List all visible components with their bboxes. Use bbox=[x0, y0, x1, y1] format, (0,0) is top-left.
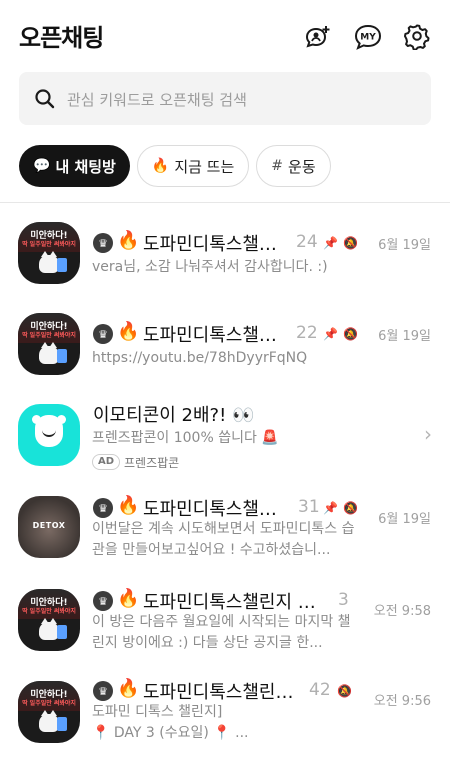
member-count: 42 bbox=[309, 680, 331, 700]
last-message: 이 방은 다음주 월요일에 시작되는 마지막 챌린지 방이에요 :) 다들 상단… bbox=[92, 614, 351, 651]
pin-icon: 📌 bbox=[323, 501, 338, 515]
ad-sponsor: 프렌즈팝콘 bbox=[124, 456, 180, 470]
ad-title: 이모티콘이 2배?! 👀 bbox=[93, 405, 255, 426]
fire-icon: 🔥 bbox=[117, 321, 140, 342]
mute-icon: 🔕 bbox=[343, 501, 358, 515]
tab-label: 지금 뜨는 bbox=[174, 157, 235, 176]
header: 오픈채팅 MY bbox=[0, 0, 450, 72]
tab-exercise[interactable]: # 운동 bbox=[256, 145, 331, 187]
fire-icon: 🔥 bbox=[117, 678, 140, 699]
last-message: vera님, 소감 나눠주셔서 감사합니다. :) bbox=[92, 259, 328, 275]
chat-time: 6월 19일 bbox=[378, 329, 431, 344]
chat-room-item[interactable]: 미안하다! 딱 일주일만 써봐야지 ♛ 🔥 도파민디톡스챌린지 #... 3 오… bbox=[0, 588, 450, 677]
page-title: 오픈채팅 bbox=[19, 24, 104, 52]
chevron-right-icon: › bbox=[424, 422, 432, 446]
search-bar[interactable] bbox=[19, 72, 431, 125]
mute-icon: 🔕 bbox=[343, 236, 358, 250]
chat-title: 도파민디톡스챌… bbox=[143, 234, 277, 255]
member-count: 22 bbox=[296, 323, 318, 343]
pin-icon: 📌 bbox=[323, 236, 338, 250]
chat-time: 오전 9:56 bbox=[373, 694, 431, 709]
fire-icon: 🔥 bbox=[117, 230, 140, 251]
tab-trending[interactable]: 🔥 지금 뜨는 bbox=[136, 145, 250, 187]
chat-time: 오전 9:58 bbox=[373, 604, 431, 619]
pin-icon: 📌 bbox=[323, 327, 338, 341]
chat-room-item[interactable]: 미안하다! 딱 일주일만 써봐야지 ♛ 🔥 도파민디톡스챌… 22 📌 🔕 6월… bbox=[0, 313, 450, 401]
member-count: 31 bbox=[298, 497, 320, 517]
crown-icon: ♛ bbox=[93, 591, 113, 611]
last-message: 도파민 디톡스 챌린지] 📍 DAY 3 (수요일) 📍 ... bbox=[92, 704, 249, 741]
chat-room-item[interactable]: 미안하다! 딱 일주일만 써봐야지 ♛ 🔥 도파민디톡스챌린… 42 🔕 오전 … bbox=[0, 678, 450, 761]
my-profile-icon[interactable]: MY bbox=[353, 21, 383, 51]
fire-icon: 🔥 bbox=[151, 158, 170, 174]
crown-icon: ♛ bbox=[93, 681, 113, 701]
chat-bubble-icon: 💬 bbox=[33, 158, 51, 174]
chat-title: 도파민디톡스챌린… bbox=[143, 682, 294, 703]
divider bbox=[0, 202, 450, 203]
tab-label: 내 채팅방 bbox=[55, 157, 116, 176]
last-message: https://youtu.be/78hDyyrFqNQ bbox=[92, 350, 308, 366]
add-chat-icon[interactable] bbox=[302, 21, 332, 51]
ad-thumbnail bbox=[18, 404, 80, 466]
crown-icon: ♛ bbox=[93, 498, 113, 518]
hashtag-icon: # bbox=[271, 158, 284, 174]
chat-thumbnail: DETOX bbox=[18, 496, 80, 558]
crown-icon: ♛ bbox=[93, 324, 113, 344]
ad-message: 프렌즈팝콘이 100% 씁니다 🚨 bbox=[92, 430, 279, 446]
search-input[interactable] bbox=[65, 82, 419, 117]
fire-icon: 🔥 bbox=[117, 495, 140, 516]
my-label: MY bbox=[360, 33, 376, 43]
ad-item[interactable]: 이모티콘이 2배?! 👀 프렌즈팝콘이 100% 씁니다 🚨 AD 프렌즈팝콘 … bbox=[0, 404, 450, 492]
last-message: 이번달은 계속 시도해보면서 도파민디톡스 습관을 만들어보고싶어요 ! 수고하… bbox=[92, 521, 355, 558]
chat-thumbnail: 미안하다! 딱 일주일만 써봐야지 bbox=[18, 313, 80, 375]
ad-badge: AD bbox=[92, 454, 121, 470]
chat-title: 도파민디톡스챌… bbox=[143, 325, 277, 346]
tab-label: 운동 bbox=[288, 157, 316, 176]
chat-thumbnail: 미안하다! 딱 일주일만 써봐야지 bbox=[18, 222, 80, 284]
tab-my-chats[interactable]: 💬 내 채팅방 bbox=[19, 145, 130, 187]
mute-icon: 🔕 bbox=[337, 684, 352, 698]
chat-time: 6월 19일 bbox=[378, 238, 431, 253]
mute-icon: 🔕 bbox=[343, 327, 358, 341]
tab-bar: 💬 내 채팅방 🔥 지금 뜨는 # 운동 bbox=[19, 145, 331, 187]
chat-thumbnail: 미안하다! 딱 일주일만 써봐야지 bbox=[18, 589, 80, 651]
fire-icon: 🔥 bbox=[117, 588, 140, 609]
gear-icon[interactable] bbox=[402, 21, 432, 51]
crown-icon: ♛ bbox=[93, 233, 113, 253]
member-count: 3 bbox=[338, 590, 349, 610]
chat-room-item[interactable]: 미안하다! 딱 일주일만 써봐야지 ♛ 🔥 도파민디톡스챌… 24 📌 🔕 6월… bbox=[0, 222, 450, 310]
search-icon bbox=[35, 89, 55, 109]
chat-time: 6월 19일 bbox=[378, 512, 431, 527]
chat-title: 도파민디톡스챌린지 #... bbox=[143, 592, 329, 613]
chat-thumbnail: 미안하다! 딱 일주일만 써봐야지 bbox=[18, 681, 80, 743]
member-count: 24 bbox=[296, 232, 318, 252]
chat-room-item[interactable]: DETOX ♛ 🔥 도파민디톡스챌… 31 📌 🔕 6월 19일 이번달은 계속… bbox=[0, 495, 450, 584]
chat-title: 도파민디톡스챌… bbox=[143, 499, 277, 520]
